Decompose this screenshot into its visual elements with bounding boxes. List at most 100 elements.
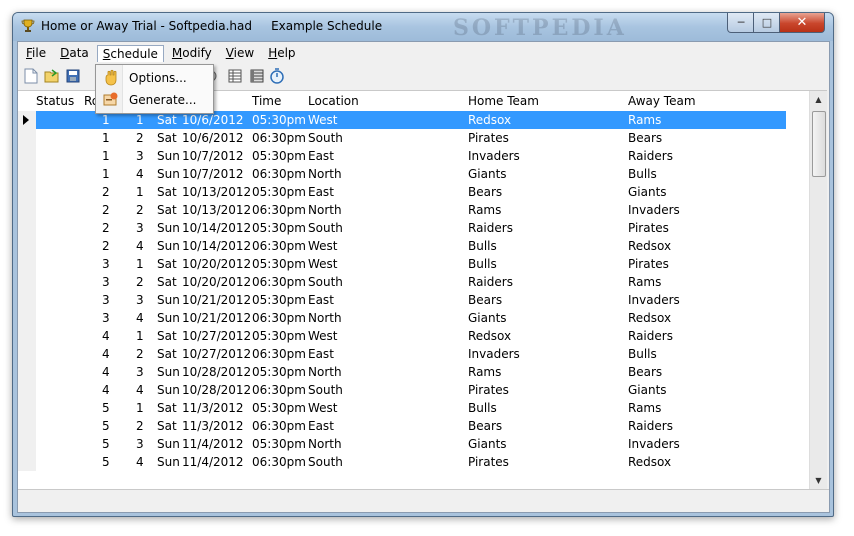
- row-header[interactable]: [18, 327, 36, 345]
- table-row[interactable]: 2 2 Sat 10/13/2012 06:30pm North Rams Invaders: [18, 201, 810, 219]
- menu-modify[interactable]: Modify: [166, 44, 218, 62]
- row-header[interactable]: [18, 363, 36, 381]
- table-row[interactable]: 3 3 Sun 10/21/2012 05:30pm East Bears Invaders: [18, 291, 810, 309]
- scroll-thumb[interactable]: [812, 111, 826, 177]
- cell-home-team: Rams: [468, 365, 502, 379]
- row-header[interactable]: [18, 201, 36, 219]
- minimize-button[interactable]: ─: [727, 13, 755, 33]
- table-row[interactable]: 1 2 Sat 10/6/2012 06:30pm South Pirates Bears: [18, 129, 810, 147]
- row-header[interactable]: [18, 309, 36, 327]
- menu-item-generate[interactable]: Generate...: [98, 89, 209, 111]
- menu-item-options[interactable]: Options...: [98, 67, 209, 89]
- table-row[interactable]: 5 2 Sat 11/3/2012 06:30pm East Bears Raiders: [18, 417, 810, 435]
- row-header[interactable]: [18, 345, 36, 363]
- cell-location: North: [308, 167, 342, 181]
- maximize-button[interactable]: □: [753, 13, 781, 33]
- cell-time: 05:30pm: [252, 221, 306, 235]
- table-row[interactable]: 3 2 Sat 10/20/2012 06:30pm South Raiders Rams: [18, 273, 810, 291]
- cell-round: 3: [102, 311, 110, 325]
- cell-location: West: [308, 239, 338, 253]
- hand-icon: [105, 69, 117, 86]
- menu-file[interactable]: File: [20, 44, 52, 62]
- cell-location: East: [308, 419, 334, 433]
- table-row[interactable]: 5 4 Sun 11/4/2012 06:30pm South Pirates Redsox: [18, 453, 810, 471]
- cell-away-team: Bulls: [628, 347, 657, 361]
- table-row[interactable]: 4 4 Sun 10/28/2012 06:30pm South Pirates Giants: [18, 381, 810, 399]
- cell-time: 06:30pm: [252, 383, 306, 397]
- grid-view-button[interactable]: [226, 67, 244, 85]
- row-header[interactable]: [18, 165, 36, 183]
- table-row[interactable]: 5 3 Sun 11/4/2012 05:30pm North Giants Invaders: [18, 435, 810, 453]
- column-header-time[interactable]: Time: [252, 94, 281, 108]
- column-header-home-team[interactable]: Home Team: [468, 94, 539, 108]
- cell-round: 4: [102, 329, 110, 343]
- cell-home-team: Giants: [468, 311, 507, 325]
- cell-round: 2: [102, 203, 110, 217]
- status-bar: [18, 489, 829, 512]
- table-row[interactable]: 4 2 Sat 10/27/2012 06:30pm East Invaders Bulls: [18, 345, 810, 363]
- menu-schedule[interactable]: Schedule: [96, 44, 164, 62]
- cell-time: 05:30pm: [252, 257, 306, 271]
- table-row[interactable]: 2 4 Sun 10/14/2012 06:30pm West Bulls Redsox: [18, 237, 810, 255]
- column-header-status[interactable]: Status: [36, 94, 74, 108]
- table-row[interactable]: 2 3 Sun 10/14/2012 05:30pm South Raiders Pirate…: [18, 219, 810, 237]
- menu-view[interactable]: View: [220, 44, 260, 62]
- scroll-down-icon[interactable]: ▼: [810, 472, 827, 489]
- menu-help[interactable]: Help: [262, 44, 301, 62]
- table-row[interactable]: 4 3 Sun 10/28/2012 05:30pm North Rams Bears: [18, 363, 810, 381]
- cell-date: 10/20/2012: [182, 275, 252, 289]
- row-header[interactable]: [18, 453, 36, 471]
- cell-game: 3: [136, 437, 144, 451]
- table-row[interactable]: 3 4 Sun 10/21/2012 06:30pm North Giants Redsox: [18, 309, 810, 327]
- row-header[interactable]: [18, 147, 36, 165]
- row-header[interactable]: [18, 291, 36, 309]
- row-header[interactable]: [18, 399, 36, 417]
- cell-date: 10/14/2012: [182, 239, 252, 253]
- table-row[interactable]: 1 3 Sun 10/7/2012 05:30pm East Invaders Raiders: [18, 147, 810, 165]
- row-header[interactable]: [18, 219, 36, 237]
- cell-round: 1: [102, 131, 110, 145]
- table-row[interactable]: 1 4 Sun 10/7/2012 06:30pm North Giants Bulls: [18, 165, 810, 183]
- cell-game: 3: [136, 221, 144, 235]
- scroll-up-icon[interactable]: ▲: [810, 91, 827, 108]
- cell-day: Sun: [157, 149, 180, 163]
- save-button[interactable]: [64, 67, 82, 85]
- row-header[interactable]: [18, 111, 36, 129]
- cell-day: Sun: [157, 293, 180, 307]
- table-row[interactable]: 4 1 Sat 10/27/2012 05:30pm West Redsox Raiders: [18, 327, 810, 345]
- row-header[interactable]: [18, 381, 36, 399]
- column-header-location[interactable]: Location: [308, 94, 359, 108]
- row-header[interactable]: [18, 183, 36, 201]
- close-button[interactable]: ✕: [779, 13, 825, 33]
- table-row[interactable]: 5 1 Sat 11/3/2012 05:30pm West Bulls Rams: [18, 399, 810, 417]
- open-button[interactable]: [43, 67, 61, 85]
- cell-home-team: Giants: [468, 167, 507, 181]
- cell-away-team: Pirates: [628, 221, 669, 235]
- cell-away-team: Giants: [628, 185, 667, 199]
- row-header[interactable]: [18, 417, 36, 435]
- row-header[interactable]: [18, 129, 36, 147]
- cell-away-team: Rams: [628, 401, 662, 415]
- table-row[interactable]: 3 1 Sat 10/20/2012 05:30pm West Bulls Pirates: [18, 255, 810, 273]
- cell-time: 05:30pm: [252, 113, 306, 127]
- menu-data[interactable]: Data: [54, 44, 95, 62]
- new-file-button[interactable]: [22, 67, 40, 85]
- row-header[interactable]: [18, 273, 36, 291]
- cell-home-team: Raiders: [468, 221, 513, 235]
- table-row[interactable]: 2 1 Sat 10/13/2012 05:30pm East Bears Giants: [18, 183, 810, 201]
- cell-day: Sun: [157, 365, 180, 379]
- cell-day: Sat: [157, 347, 177, 361]
- list-view-button[interactable]: [248, 67, 266, 85]
- title-bar[interactable]: Home or Away Trial - Softpedia.had Examp…: [13, 13, 833, 41]
- row-header[interactable]: [18, 255, 36, 273]
- row-header[interactable]: [18, 435, 36, 453]
- schedule-grid[interactable]: Status Ro Time Location Home Team Away T…: [18, 90, 827, 489]
- cell-game: 2: [136, 419, 144, 433]
- timer-button[interactable]: [268, 67, 286, 85]
- cell-game: 4: [136, 455, 144, 469]
- cell-home-team: Redsox: [468, 329, 512, 343]
- vertical-scrollbar[interactable]: ▲ ▼: [809, 91, 827, 489]
- row-header[interactable]: [18, 237, 36, 255]
- column-header-away-team[interactable]: Away Team: [628, 94, 696, 108]
- cell-date: 11/4/2012: [182, 455, 244, 469]
